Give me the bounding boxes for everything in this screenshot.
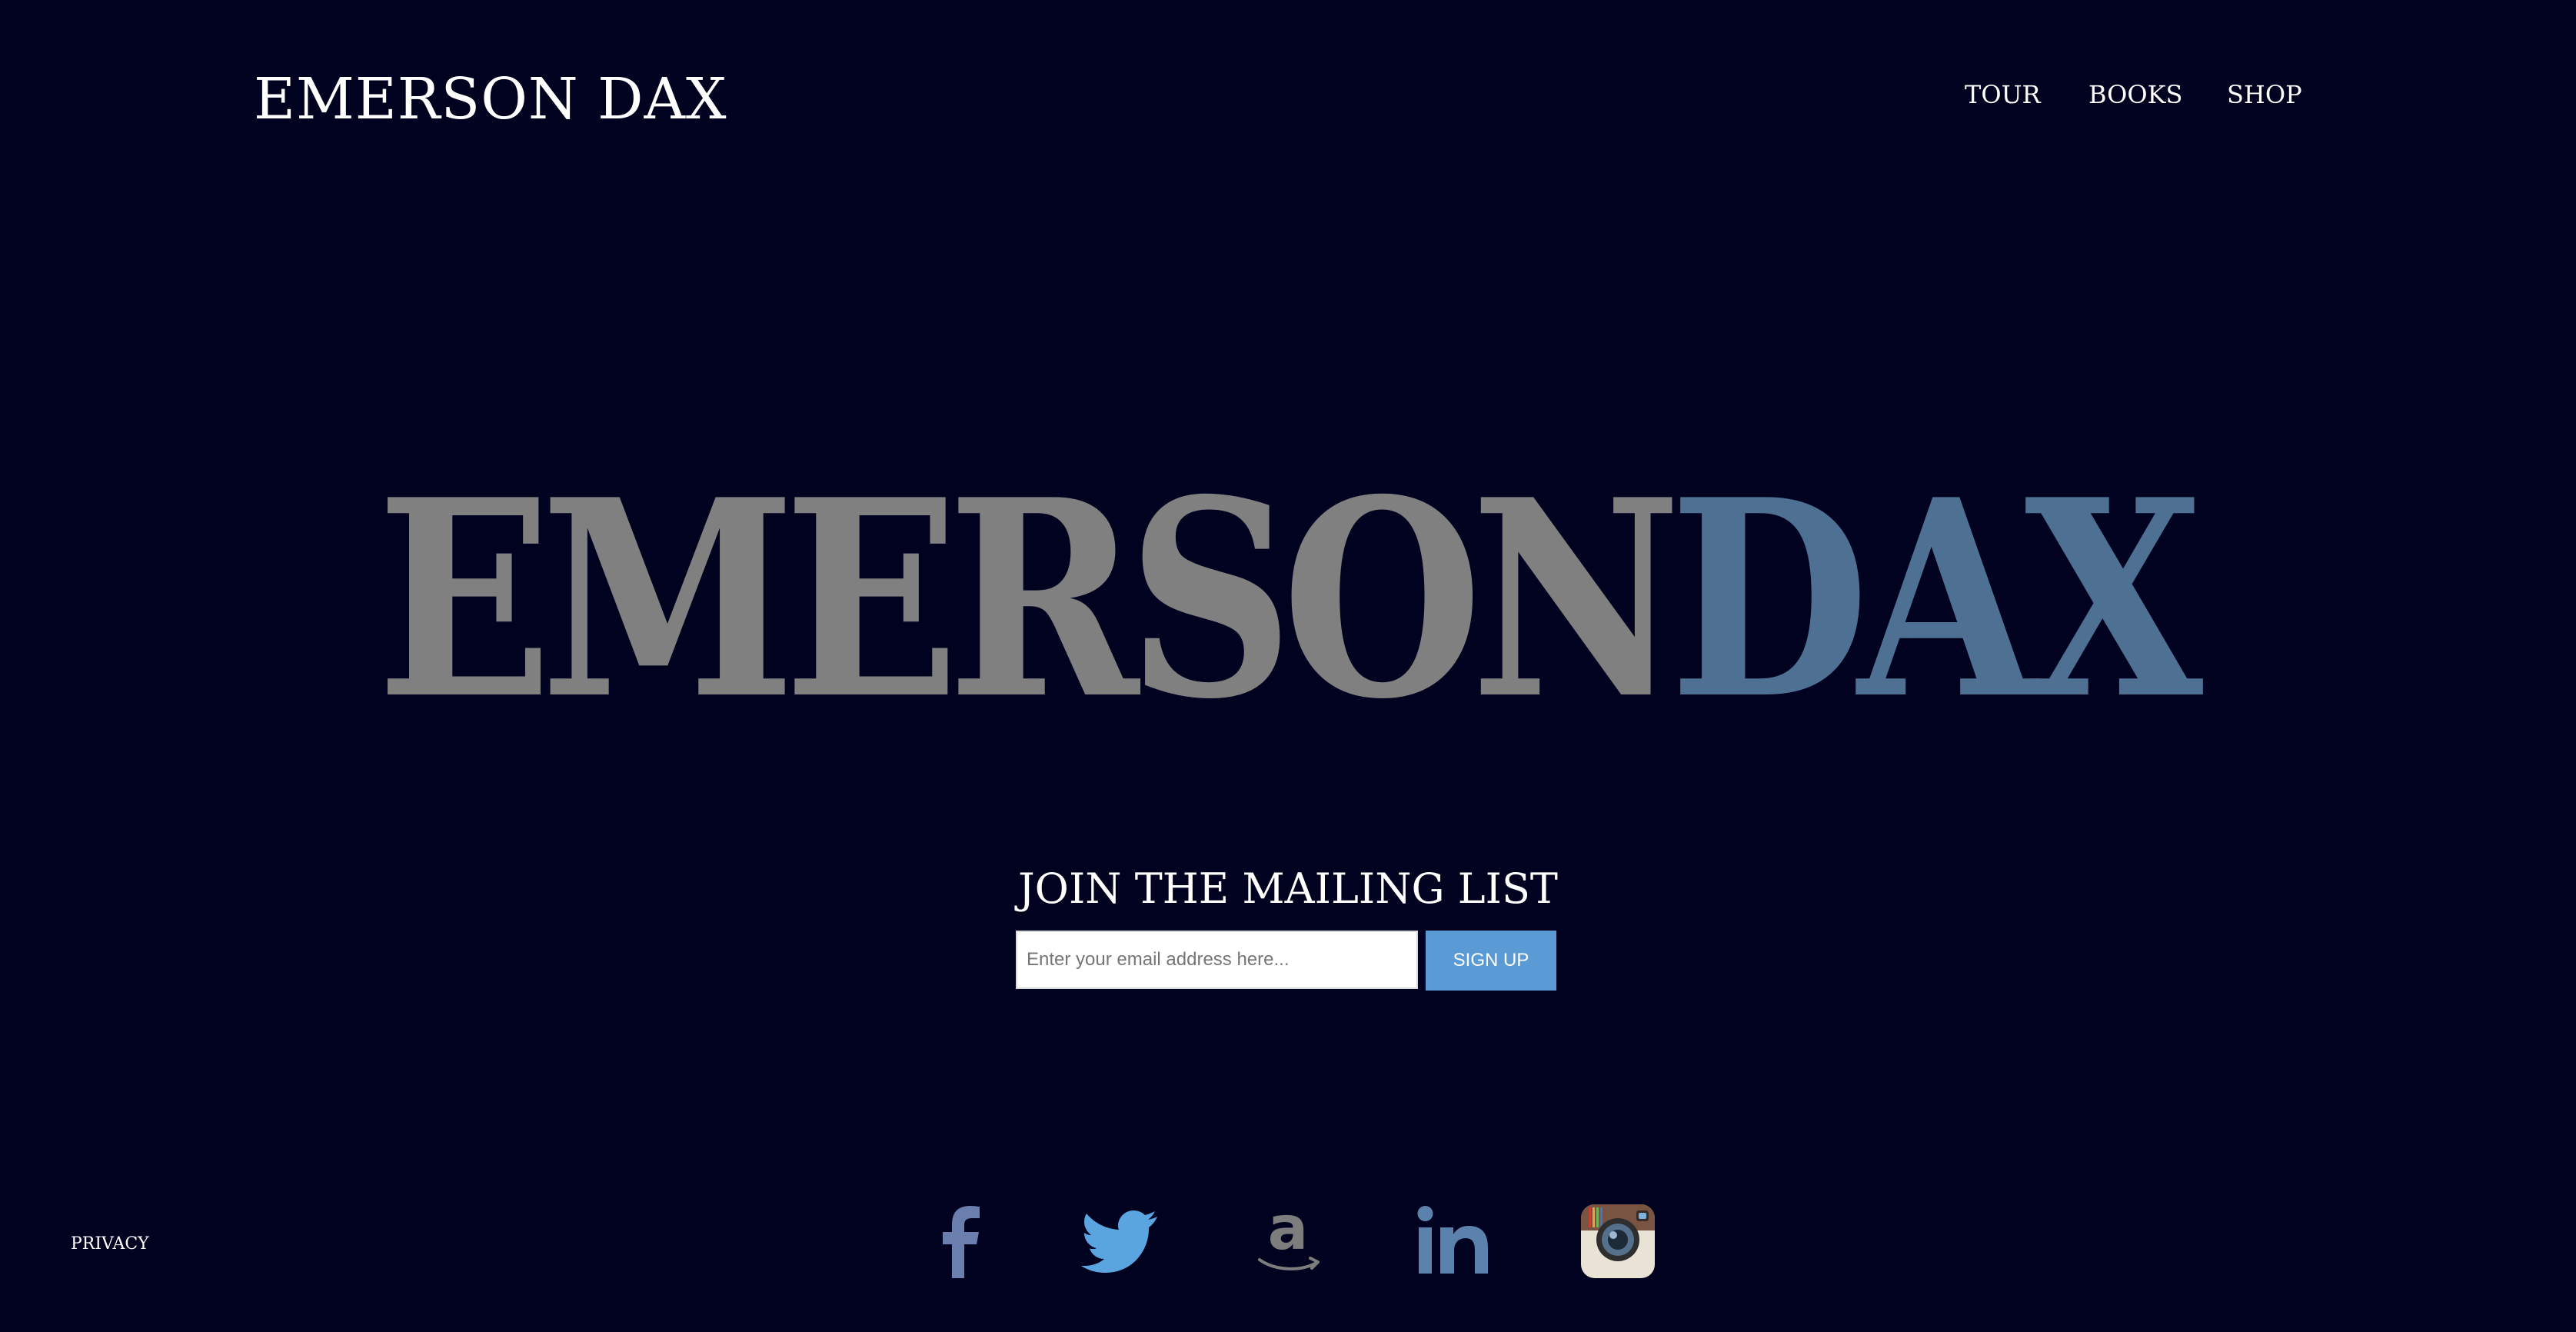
nav-tour-link[interactable]: TOUR	[1965, 75, 2041, 114]
amazon-icon[interactable]: a	[1246, 1197, 1330, 1281]
linkedin-icon[interactable]	[1411, 1197, 1496, 1281]
sign-up-button[interactable]: SIGN UP	[1426, 931, 1556, 991]
hero-last-name: DAX	[1669, 441, 2203, 759]
nav-shop-link[interactable]: SHOP	[2227, 75, 2302, 114]
hero-first-name: EMERSON	[377, 441, 1681, 759]
main-nav: TOUR BOOKS SHOP	[0, 75, 2576, 114]
svg-text:a: a	[1268, 1197, 1309, 1264]
nav-books-link[interactable]: BOOKS	[2088, 75, 2182, 114]
privacy-link[interactable]: PRIVACY	[71, 1232, 149, 1257]
facebook-icon[interactable]	[915, 1197, 1000, 1281]
instagram-icon[interactable]	[1576, 1197, 1661, 1281]
twitter-icon[interactable]	[1080, 1197, 1165, 1281]
mailing-list-heading: JOIN THE MAILING LIST	[1018, 864, 1558, 913]
hero-logo: EMERSONDAX	[377, 465, 2203, 735]
email-input[interactable]	[1016, 931, 1418, 989]
